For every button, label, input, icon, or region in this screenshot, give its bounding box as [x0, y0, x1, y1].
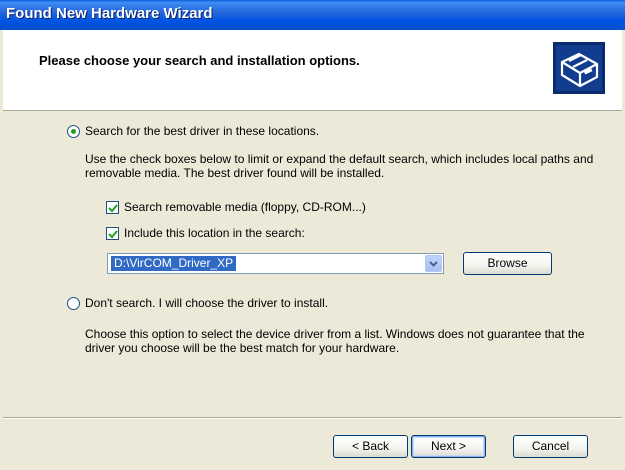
location-value[interactable]: D:\VirCOM_Driver_XP	[111, 256, 237, 271]
back-button[interactable]: < Back	[333, 435, 408, 458]
browse-button[interactable]: Browse	[463, 252, 552, 275]
radio-selected-dot	[71, 129, 76, 134]
search-radio-label[interactable]: Search for the best driver in these loca…	[85, 124, 319, 139]
removable-media-checkbox[interactable]	[106, 201, 119, 214]
footer-divider	[3, 417, 622, 419]
include-location-label[interactable]: Include this location in the search:	[124, 226, 305, 241]
wizard-content: Search for the best driver in these loca…	[0, 0, 625, 470]
cancel-button[interactable]: Cancel	[513, 435, 588, 458]
search-description: Use the check boxes below to limit or ex…	[85, 152, 594, 180]
wizard-window: Found New Hardware Wizard Please choose …	[0, 0, 625, 470]
dont-search-description: Choose this option to select the device …	[85, 327, 585, 355]
include-location-checkbox[interactable]	[106, 227, 119, 240]
dont-search-radio[interactable]	[67, 297, 80, 310]
dont-search-label[interactable]: Don't search. I will choose the driver t…	[85, 296, 328, 311]
removable-media-label[interactable]: Search removable media (floppy, CD-ROM..…	[124, 200, 366, 215]
dropdown-button[interactable]	[425, 255, 442, 272]
check-icon	[108, 230, 118, 239]
next-button[interactable]: Next >	[411, 435, 486, 458]
chevron-down-icon	[429, 261, 438, 267]
check-icon	[108, 204, 118, 213]
search-radio[interactable]	[67, 125, 80, 138]
location-combobox[interactable]: D:\VirCOM_Driver_XP	[107, 253, 444, 274]
